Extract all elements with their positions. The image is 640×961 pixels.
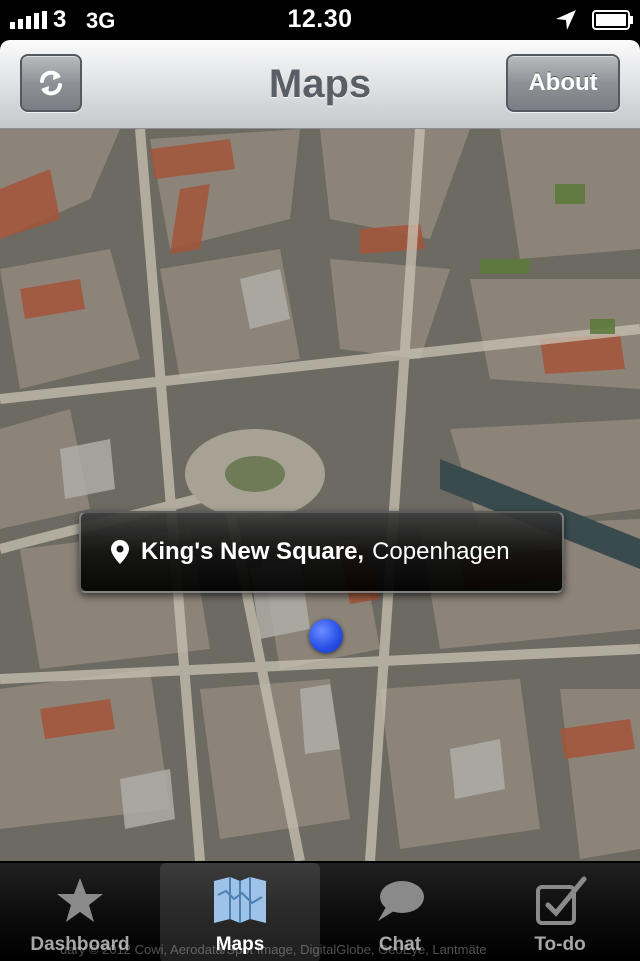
about-button[interactable]: About xyxy=(506,54,620,112)
satellite-map-image xyxy=(0,129,640,861)
map-copyright: uary © 2012 Cowi, Aerodata/Spot Image, D… xyxy=(60,942,487,957)
current-location-dot[interactable] xyxy=(309,619,343,653)
status-time: 12.30 xyxy=(287,5,353,33)
status-bar: 3 3G 12.30 xyxy=(0,0,640,40)
map-icon xyxy=(214,877,266,923)
location-callout[interactable]: King's New Square, Copenhagen xyxy=(79,511,564,593)
location-pin-icon xyxy=(111,540,129,564)
navigation-bar: Maps About xyxy=(0,40,640,129)
battery-icon xyxy=(592,10,633,30)
checkbox-icon xyxy=(536,876,587,925)
location-arrow-icon xyxy=(556,10,576,30)
map-view[interactable]: King's New Square, Copenhagen xyxy=(0,129,640,861)
chat-bubble-icon xyxy=(378,881,424,921)
callout-city: Copenhagen xyxy=(372,538,510,565)
star-icon xyxy=(57,878,103,922)
callout-place-name: King's New Square, xyxy=(141,538,365,565)
